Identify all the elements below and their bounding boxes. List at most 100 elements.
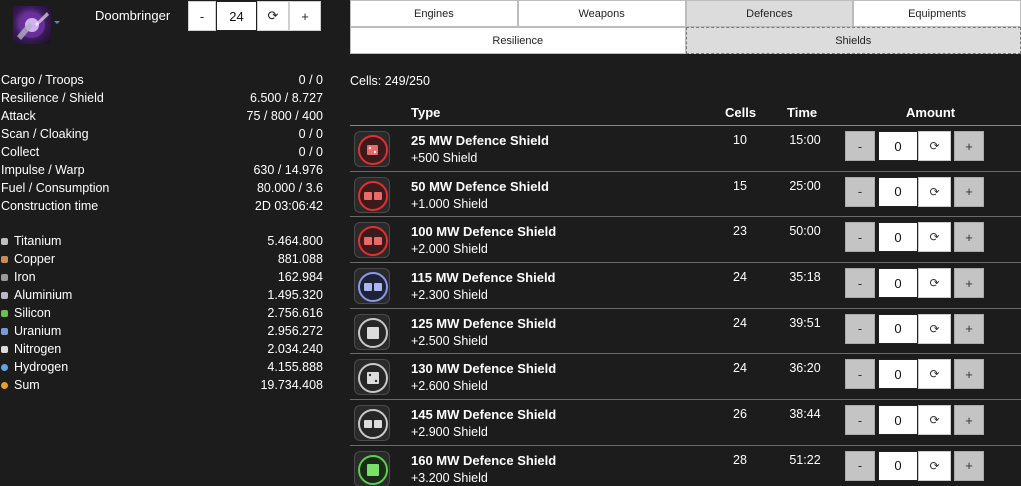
module-cells: 23	[733, 224, 747, 239]
amount-plus-button[interactable]: +	[954, 131, 984, 161]
amount-reset-button[interactable]: ⟳	[918, 359, 951, 390]
amount-minus-button[interactable]: -	[845, 359, 875, 390]
hydrogen-icon	[1, 363, 8, 371]
module-name: 100 MW Defence Shield	[411, 224, 557, 240]
amount-reset-button[interactable]: ⟳	[918, 176, 951, 207]
aluminium-icon	[1, 291, 8, 299]
subcategory-tabs: Resilience Shields	[350, 27, 1021, 54]
titanium-icon	[1, 237, 8, 245]
amount-plus-button[interactable]: +	[954, 268, 984, 299]
amount-reset-button[interactable]: ⟳	[918, 450, 951, 481]
stat-value: 0 / 0	[298, 127, 323, 141]
amount-reset-button[interactable]: ⟳	[918, 405, 951, 436]
ship-reset-button[interactable]: ⟳	[257, 1, 289, 31]
amount-input[interactable]: 0	[878, 131, 918, 161]
tab-weapons[interactable]: Weapons	[517, 0, 686, 27]
module-bonus: +3.200 Shield	[411, 470, 488, 485]
tab-resilience[interactable]: Resilience	[350, 27, 686, 54]
tab-shields[interactable]: Shields	[685, 27, 1021, 54]
copper-icon	[1, 255, 8, 263]
white-shield-icon	[354, 359, 390, 396]
table-row: 25 MW Defence Shield +500 Shield 10 15:0…	[350, 126, 1021, 172]
amount-input[interactable]: 0	[878, 222, 918, 253]
header-amount: Amount	[906, 105, 956, 120]
stat-label: Construction time	[1, 199, 99, 213]
table-header: Type Cells Time Amount	[350, 104, 1021, 126]
stat-value: 0 / 0	[298, 73, 323, 87]
resource-value: 162.984	[277, 270, 323, 284]
module-name: 115 MW Defence Shield	[411, 270, 556, 286]
amount-input[interactable]: 0	[878, 313, 918, 344]
amount-plus-button[interactable]: +	[954, 176, 984, 207]
tab-engines[interactable]: Engines	[350, 0, 518, 27]
amount-minus-button[interactable]: -	[845, 450, 875, 481]
module-bonus: +1.000 Shield	[411, 196, 488, 211]
module-cells: 26	[733, 407, 747, 422]
stat-label: Fuel / Consumption	[1, 181, 110, 195]
amount-stepper: - 0 ⟳ +	[845, 222, 984, 253]
amount-minus-button[interactable]: -	[845, 313, 875, 344]
amount-input[interactable]: 0	[878, 450, 918, 481]
amount-stepper: - 0 ⟳ +	[845, 176, 984, 207]
amount-minus-button[interactable]: -	[845, 405, 875, 436]
amount-minus-button[interactable]: -	[845, 222, 875, 253]
resource-row: Hydrogen 4.155.888	[1, 358, 323, 376]
amount-reset-button[interactable]: ⟳	[918, 222, 951, 253]
resource-value: 2.956.272	[267, 324, 323, 338]
stat-value: 6.500 / 8.727	[250, 91, 323, 105]
tab-defences[interactable]: Defences	[685, 0, 854, 27]
stat-row: Scan / Cloaking 0 / 0	[1, 125, 323, 143]
header-type: Type	[411, 105, 441, 120]
amount-minus-button[interactable]: -	[845, 268, 875, 299]
shipyard-view: Doombringer - 24 ⟳ + Cargo / Troops 0 / …	[0, 0, 1021, 486]
stat-value: 75 / 800 / 400	[246, 109, 323, 123]
sum-icon	[1, 381, 8, 389]
amount-reset-button[interactable]: ⟳	[918, 313, 951, 344]
shield-module-list: 25 MW Defence Shield +500 Shield 10 15:0…	[350, 126, 1021, 486]
amount-input[interactable]: 0	[878, 405, 918, 436]
amount-plus-button[interactable]: +	[954, 405, 984, 436]
module-time: 51:22	[789, 452, 821, 467]
amount-input[interactable]: 0	[878, 268, 918, 299]
resource-row: Silicon 2.756.616	[1, 304, 323, 322]
module-bonus: +2.900 Shield	[411, 425, 488, 440]
ship-minus-button[interactable]: -	[188, 1, 216, 31]
amount-reset-button[interactable]: ⟳	[918, 268, 951, 299]
amount-plus-button[interactable]: +	[954, 313, 984, 344]
stat-row: Impulse / Warp 630 / 14.976	[1, 161, 323, 179]
ship-plus-button[interactable]: +	[289, 1, 321, 31]
table-row: 160 MW Defence Shield +3.200 Shield 28 5…	[350, 446, 1021, 486]
ship-dropdown-icon[interactable]	[54, 21, 60, 24]
amount-reset-button[interactable]: ⟳	[918, 131, 951, 161]
table-row: 145 MW Defence Shield +2.900 Shield 26 3…	[350, 400, 1021, 446]
table-row: 100 MW Defence Shield +2.000 Shield 23 5…	[350, 217, 1021, 264]
module-time: 15:00	[789, 133, 821, 147]
resource-label: Sum	[14, 378, 40, 392]
amount-stepper: - 0 ⟳ +	[845, 131, 984, 161]
silicon-icon	[1, 309, 8, 317]
amount-plus-button[interactable]: +	[954, 222, 984, 253]
resource-value: 1.495.320	[267, 288, 323, 302]
ship-count-input[interactable]: 24	[216, 1, 257, 31]
stat-value: 0 / 0	[298, 145, 323, 159]
module-name: 160 MW Defence Shield	[411, 452, 557, 468]
category-tabs: Engines Weapons Defences Equipments	[350, 0, 1021, 27]
amount-minus-button[interactable]: -	[845, 176, 875, 207]
amount-plus-button[interactable]: +	[954, 359, 984, 390]
module-cells: 24	[733, 361, 747, 376]
amount-plus-button[interactable]: +	[954, 450, 984, 481]
amount-input[interactable]: 0	[878, 359, 918, 390]
resource-value: 5.464.800	[267, 234, 323, 248]
amount-minus-button[interactable]: -	[845, 131, 875, 161]
stat-row: Collect 0 / 0	[1, 143, 323, 161]
stat-row: Cargo / Troops 0 / 0	[1, 71, 323, 89]
resource-value: 881.088	[277, 252, 323, 266]
module-name: 25 MW Defence Shield	[411, 133, 549, 148]
tab-equipments[interactable]: Equipments	[853, 0, 1021, 27]
amount-stepper: - 0 ⟳ +	[845, 313, 984, 344]
module-name: 125 MW Defence Shield	[411, 315, 557, 331]
amount-input[interactable]: 0	[878, 176, 918, 207]
ship-avatar[interactable]	[13, 6, 51, 44]
iron-icon	[1, 273, 8, 281]
resource-row: Copper 881.088	[1, 250, 323, 268]
